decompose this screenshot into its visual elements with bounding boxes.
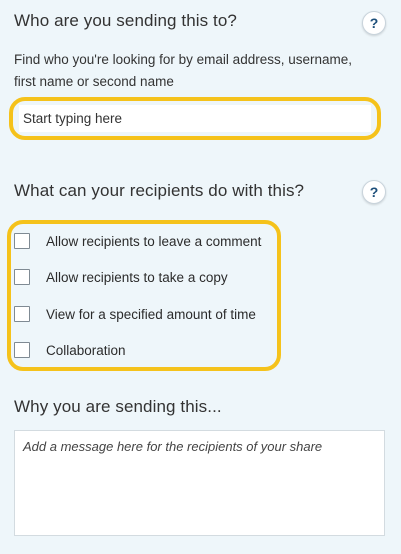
option-label: Collaboration xyxy=(46,342,126,358)
collaboration-checkbox[interactable] xyxy=(14,342,30,358)
recipients-hint: Find who you're looking for by email add… xyxy=(14,52,352,89)
recipients-help-icon[interactable]: ? xyxy=(362,11,386,35)
leave-comment-checkbox[interactable] xyxy=(14,233,30,249)
option-timed-view[interactable]: View for a specified amount of time xyxy=(14,303,256,325)
permissions-title: What can your recipients do with this? xyxy=(14,181,305,200)
option-take-copy[interactable]: Allow recipients to take a copy xyxy=(14,266,228,288)
option-collaboration[interactable]: Collaboration xyxy=(14,339,126,361)
option-leave-comment[interactable]: Allow recipients to leave a comment xyxy=(14,230,261,252)
option-label: Allow recipients to leave a comment xyxy=(46,233,262,249)
option-label: Allow recipients to take a copy xyxy=(46,269,228,285)
take-copy-checkbox[interactable] xyxy=(14,269,30,285)
reason-title: Why you are sending this... xyxy=(14,397,222,416)
option-label: View for a specified amount of time xyxy=(46,306,256,322)
recipient-search-input[interactable] xyxy=(19,105,371,132)
recipients-title: Who are you sending this to? xyxy=(14,11,237,30)
timed-view-checkbox[interactable] xyxy=(14,306,30,322)
search-highlight-frame xyxy=(9,97,381,140)
share-message-textarea[interactable] xyxy=(14,430,385,536)
permissions-help-icon[interactable]: ? xyxy=(362,180,386,204)
